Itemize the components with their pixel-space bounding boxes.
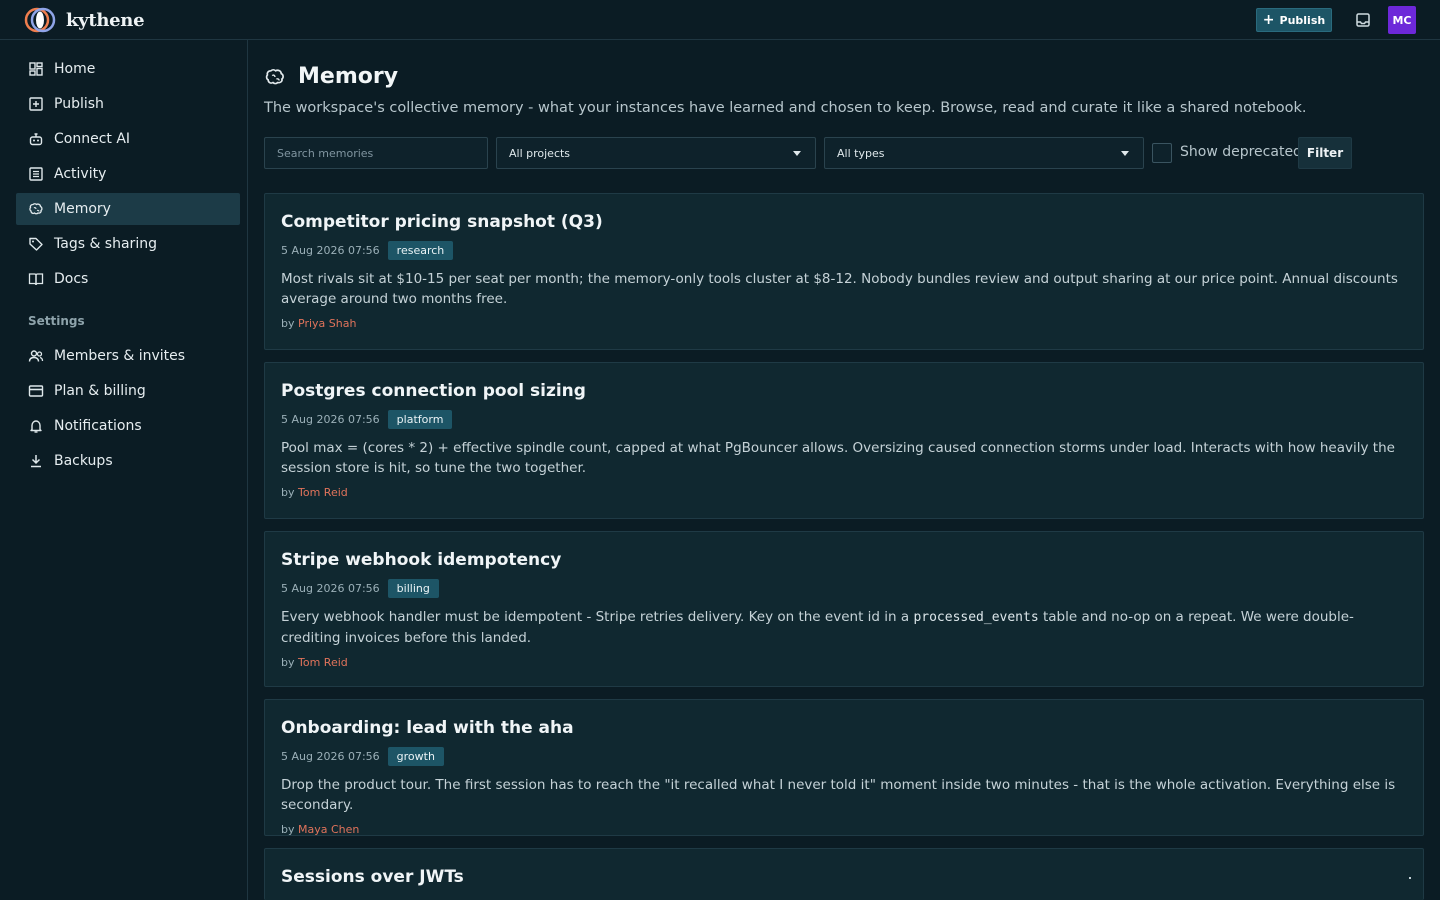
publish-button-label: Publish xyxy=(1279,13,1326,27)
credit-card-icon xyxy=(28,385,44,397)
memory-body: Every webhook handler must be idempotent… xyxy=(281,607,1401,648)
settings-heading: Settings xyxy=(28,314,85,328)
type-select[interactable]: All types xyxy=(824,137,1144,169)
caret-down-icon xyxy=(1121,151,1129,156)
project-select[interactable]: All projects xyxy=(496,137,816,169)
sidebar-item-label: Docs xyxy=(54,271,89,287)
memory-date: 5 Aug 2026 07:56 xyxy=(281,412,380,426)
page-header: Memory xyxy=(264,64,398,89)
memory-tag[interactable]: platform xyxy=(387,409,453,429)
sidebar-item-members-invites[interactable]: Members & invites xyxy=(16,340,240,372)
sidebar-item-notifications[interactable]: Notifications xyxy=(16,410,240,442)
inbox-icon[interactable] xyxy=(1355,12,1371,28)
top-bar: kythene + Publish MC xyxy=(0,0,1440,40)
sidebar-item-label: Publish xyxy=(54,96,104,112)
plus-square-icon xyxy=(29,97,43,111)
memory-date: 5 Aug 2026 07:56 xyxy=(281,749,380,763)
memory-tag[interactable]: growth xyxy=(387,746,444,766)
sidebar-item-label: Home xyxy=(54,61,96,77)
memory-title[interactable]: Sessions over JWTs xyxy=(281,867,1407,887)
memory-title[interactable]: Competitor pricing snapshot (Q3) xyxy=(281,212,1407,232)
brain-icon xyxy=(29,203,43,215)
app-name: kythene xyxy=(66,9,145,31)
memory-body: Drop the product tour. The first session… xyxy=(281,777,1396,813)
sidebar: Home Publish Connect AI Activity Memory xyxy=(0,40,248,900)
list-icon xyxy=(29,167,43,181)
memory-title[interactable]: Stripe webhook idempotency xyxy=(281,550,1407,570)
memory-meta: 5 Aug 2026 07:56 research xyxy=(281,240,1407,260)
sidebar-item-activity[interactable]: Activity xyxy=(16,158,240,190)
memory-card: Competitor pricing snapshot (Q3) 5 Aug 2… xyxy=(264,193,1424,350)
dashboard-icon xyxy=(29,62,43,76)
by-label: by xyxy=(281,823,295,836)
sidebar-item-label: Tags & sharing xyxy=(54,236,157,252)
user-avatar[interactable]: MC xyxy=(1388,6,1416,34)
sidebar-item-label: Members & invites xyxy=(54,348,186,364)
sidebar-item-docs[interactable]: Docs xyxy=(16,263,240,295)
memory-meta: 5 Aug 2026 07:56 growth xyxy=(281,746,1407,766)
caret-down-icon xyxy=(793,151,801,156)
memory-date: 5 Aug 2026 07:56 xyxy=(281,243,380,257)
memory-body-code: processed_events xyxy=(913,610,1039,625)
memory-meta: 5 Aug 2026 07:56 platform xyxy=(281,409,1407,429)
sidebar-item-label: Memory xyxy=(54,201,111,217)
memory-author-link[interactable]: Tom Reid xyxy=(298,486,348,499)
memory-tag[interactable]: billing xyxy=(387,578,439,598)
app-logo[interactable]: kythene xyxy=(24,6,145,34)
search-input[interactable] xyxy=(264,137,488,169)
filter-button[interactable]: Filter xyxy=(1298,137,1352,169)
sidebar-item-plan-billing[interactable]: Plan & billing xyxy=(16,375,240,407)
by-label: by xyxy=(281,656,295,669)
brain-icon xyxy=(265,68,284,84)
sidebar-item-label: Plan & billing xyxy=(54,383,146,399)
page-title: Memory xyxy=(298,64,399,89)
sidebar-item-label: Notifications xyxy=(54,418,142,434)
sidebar-item-connect-ai[interactable]: Connect AI xyxy=(16,123,240,155)
card-marker-dot xyxy=(1409,877,1411,879)
bell-icon xyxy=(30,420,42,433)
sidebar-item-publish[interactable]: Publish xyxy=(16,88,240,120)
page-description: The workspace's collective memory - what… xyxy=(264,100,1307,116)
project-select-value: All projects xyxy=(509,146,571,160)
memory-author-line: by Priya Shah xyxy=(281,317,1407,330)
memory-author-line: by Tom Reid xyxy=(281,656,1407,669)
memory-card: Stripe webhook idempotency 5 Aug 2026 07… xyxy=(264,531,1424,687)
memory-author-link[interactable]: Maya Chen xyxy=(298,823,359,836)
sidebar-item-label: Backups xyxy=(54,453,113,469)
memory-card: Postgres connection pool sizing 5 Aug 20… xyxy=(264,362,1424,519)
publish-button[interactable]: + Publish xyxy=(1256,8,1332,32)
by-label: by xyxy=(281,486,295,499)
memory-title[interactable]: Postgres connection pool sizing xyxy=(281,381,1407,401)
robot-icon xyxy=(29,133,43,146)
memory-card: Sessions over JWTs xyxy=(264,848,1424,900)
memory-author-line: by Maya Chen xyxy=(281,823,1407,836)
memory-author-line: by Tom Reid xyxy=(281,486,1407,499)
by-label: by xyxy=(281,317,295,330)
memory-card: Onboarding: lead with the aha 5 Aug 2026… xyxy=(264,699,1424,836)
memory-body: Most rivals sit at $10-15 per seat per m… xyxy=(281,271,1398,307)
memory-body-text: Every webhook handler must be idempotent… xyxy=(281,609,914,625)
show-deprecated-label: Show deprecated xyxy=(1180,144,1302,160)
sidebar-item-tags-sharing[interactable]: Tags & sharing xyxy=(16,228,240,260)
memory-date: 5 Aug 2026 07:56 xyxy=(281,581,380,595)
plus-icon: + xyxy=(1262,11,1275,28)
kythene-logo-icon xyxy=(24,7,56,33)
sidebar-item-memory[interactable]: Memory xyxy=(16,193,240,225)
sidebar-item-backups[interactable]: Backups xyxy=(16,445,240,477)
memory-author-link[interactable]: Tom Reid xyxy=(298,656,348,669)
download-icon xyxy=(31,455,41,468)
memory-body: Pool max = (cores * 2) + effective spind… xyxy=(281,440,1395,476)
sidebar-item-home[interactable]: Home xyxy=(16,53,240,85)
show-deprecated-checkbox[interactable] xyxy=(1152,143,1172,163)
users-icon xyxy=(28,350,44,362)
tag-icon xyxy=(29,237,43,251)
memory-meta: 5 Aug 2026 07:56 billing xyxy=(281,578,1407,598)
book-icon xyxy=(28,273,44,286)
type-select-value: All types xyxy=(837,146,885,160)
memory-author-link[interactable]: Priya Shah xyxy=(298,317,356,330)
sidebar-item-label: Activity xyxy=(54,166,107,182)
memory-tag[interactable]: research xyxy=(387,240,454,260)
sidebar-item-label: Connect AI xyxy=(54,131,131,147)
memory-title[interactable]: Onboarding: lead with the aha xyxy=(281,718,1407,738)
